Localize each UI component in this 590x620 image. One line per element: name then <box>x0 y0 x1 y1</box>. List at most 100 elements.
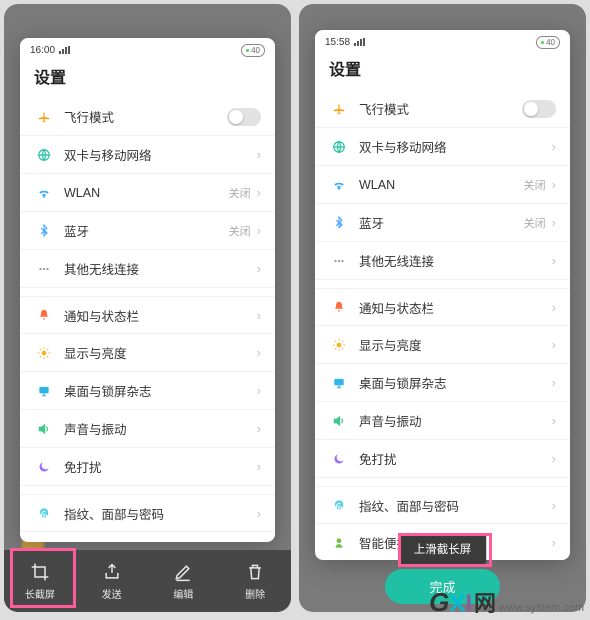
fingerprint-icon <box>34 503 54 523</box>
desktop-icon <box>34 381 54 401</box>
done-button[interactable]: 完成 <box>385 569 499 604</box>
row-trail: 关闭 <box>229 223 251 239</box>
chevron-right-icon: › <box>257 261 261 276</box>
bottom-bar: 完成 <box>299 560 586 612</box>
chevron-right-icon: › <box>257 421 261 436</box>
row-label: 桌面与锁屏杂志 <box>359 373 552 392</box>
airplane-icon <box>329 99 349 119</box>
row-label: 其他无线连接 <box>64 259 257 278</box>
row-label: 通知与状态栏 <box>64 306 257 325</box>
settings-row-fingerprint[interactable]: 指纹、面部与密码› <box>315 486 570 524</box>
chevron-right-icon: › <box>552 375 556 390</box>
status-time: 16:00 <box>30 45 55 56</box>
share-icon <box>102 562 122 582</box>
smart-icon <box>34 541 54 543</box>
settings-list[interactable]: 飞行模式双卡与移动网络›WLAN关闭›蓝牙关闭›其他无线连接›通知与状态栏›显示… <box>315 90 570 560</box>
globe-icon <box>34 145 54 165</box>
chevron-right-icon: › <box>257 308 261 323</box>
settings-popup: 15:58 40 设置 飞行模式双卡与移动网络›WLAN关闭›蓝牙关闭›其他无线… <box>315 30 570 560</box>
brightness-icon <box>329 335 349 355</box>
chevron-right-icon: › <box>552 413 556 428</box>
row-label: 飞行模式 <box>359 99 522 118</box>
chevron-right-icon: › <box>257 506 261 521</box>
smart-icon <box>329 533 349 553</box>
settings-row-sound[interactable]: 声音与振动› <box>315 402 570 440</box>
chevron-right-icon: › <box>552 215 556 230</box>
settings-row-globe[interactable]: 双卡与移动网络› <box>315 128 570 166</box>
desktop-icon <box>329 373 349 393</box>
settings-row-airplane[interactable]: 飞行模式 <box>20 98 275 136</box>
airplane-icon <box>34 107 54 127</box>
chevron-right-icon: › <box>552 253 556 268</box>
settings-row-bell[interactable]: 通知与状态栏› <box>20 296 275 334</box>
settings-row-bluetooth[interactable]: 蓝牙关闭› <box>315 204 570 242</box>
settings-row-moon[interactable]: 免打扰› <box>315 440 570 478</box>
settings-row-desktop[interactable]: 桌面与锁屏杂志› <box>20 372 275 410</box>
chevron-right-icon: › <box>552 300 556 315</box>
chevron-right-icon: › <box>552 337 556 352</box>
chevron-right-icon: › <box>257 147 261 162</box>
battery-icon: 40 <box>241 44 265 57</box>
row-trail: 关闭 <box>524 215 546 231</box>
signal-icon <box>354 38 366 46</box>
row-label: 双卡与移动网络 <box>64 145 257 164</box>
chevron-right-icon: › <box>257 383 261 398</box>
settings-row-bell[interactable]: 通知与状态栏› <box>315 288 570 326</box>
sound-icon <box>329 411 349 431</box>
row-label: 通知与状态栏 <box>359 298 552 317</box>
settings-row-globe[interactable]: 双卡与移动网络› <box>20 136 275 174</box>
delete-button[interactable]: 删除 <box>219 550 291 612</box>
wifi-icon <box>329 175 349 195</box>
settings-row-more[interactable]: 其他无线连接› <box>20 250 275 288</box>
row-label: 指纹、面部与密码 <box>359 496 552 515</box>
row-label: WLAN <box>359 178 524 192</box>
battery-icon: 40 <box>536 36 560 49</box>
settings-row-fingerprint[interactable]: 指纹、面部与密码› <box>20 494 275 532</box>
bluetooth-icon <box>329 213 349 233</box>
settings-row-brightness[interactable]: 显示与亮度› <box>315 326 570 364</box>
settings-row-wifi[interactable]: WLAN关闭› <box>315 166 570 204</box>
toggle-switch[interactable] <box>522 100 556 118</box>
trash-icon <box>245 562 265 582</box>
settings-row-brightness[interactable]: 显示与亮度› <box>20 334 275 372</box>
settings-row-bluetooth[interactable]: 蓝牙关闭› <box>20 212 275 250</box>
row-label: 桌面与锁屏杂志 <box>64 381 257 400</box>
row-label: 双卡与移动网络 <box>359 137 552 156</box>
settings-list[interactable]: 飞行模式双卡与移动网络›WLAN关闭›蓝牙关闭›其他无线连接›通知与状态栏›显示… <box>20 98 275 542</box>
row-label: 免打扰 <box>64 457 257 476</box>
chevron-right-icon: › <box>552 498 556 513</box>
phone-screenshot-left: 16:00 40 设置 飞行模式双卡与移动网络›WLAN关闭›蓝牙关闭›其他无线… <box>4 4 291 612</box>
row-label: 显示与亮度 <box>359 335 552 354</box>
row-label: 声音与振动 <box>359 411 552 430</box>
row-label: 免打扰 <box>359 449 552 468</box>
settings-row-desktop[interactable]: 桌面与锁屏杂志› <box>315 364 570 402</box>
settings-popup: 16:00 40 设置 飞行模式双卡与移动网络›WLAN关闭›蓝牙关闭›其他无线… <box>20 38 275 542</box>
settings-row-moon[interactable]: 免打扰› <box>20 448 275 486</box>
toggle-switch[interactable] <box>227 108 261 126</box>
row-label: 声音与振动 <box>64 419 257 438</box>
globe-icon <box>329 137 349 157</box>
wifi-icon <box>34 183 54 203</box>
settings-row-airplane[interactable]: 飞行模式 <box>315 90 570 128</box>
bell-icon <box>34 305 54 325</box>
settings-row-more[interactable]: 其他无线连接› <box>315 242 570 280</box>
moon-icon <box>329 449 349 469</box>
settings-row-wifi[interactable]: WLAN关闭› <box>20 174 275 212</box>
row-label: WLAN <box>64 186 229 200</box>
row-label: 智能便捷 <box>64 541 257 542</box>
chevron-right-icon: › <box>257 223 261 238</box>
status-bar: 16:00 40 <box>20 38 275 62</box>
edit-button[interactable]: 编辑 <box>148 550 220 612</box>
row-label: 指纹、面部与密码 <box>64 504 257 523</box>
settings-row-smart[interactable]: 智能便捷› <box>20 532 275 542</box>
share-button[interactable]: 发送 <box>76 550 148 612</box>
brightness-icon <box>34 343 54 363</box>
long-screenshot-button[interactable]: 长截屏 <box>4 550 76 612</box>
fingerprint-icon <box>329 495 349 515</box>
chevron-right-icon: › <box>552 177 556 192</box>
chevron-right-icon: › <box>552 139 556 154</box>
row-trail: 关闭 <box>229 185 251 201</box>
settings-row-sound[interactable]: 声音与振动› <box>20 410 275 448</box>
page-title: 设置 <box>20 62 275 98</box>
phone-screenshot-right: 15:58 40 设置 飞行模式双卡与移动网络›WLAN关闭›蓝牙关闭›其他无线… <box>299 4 586 612</box>
